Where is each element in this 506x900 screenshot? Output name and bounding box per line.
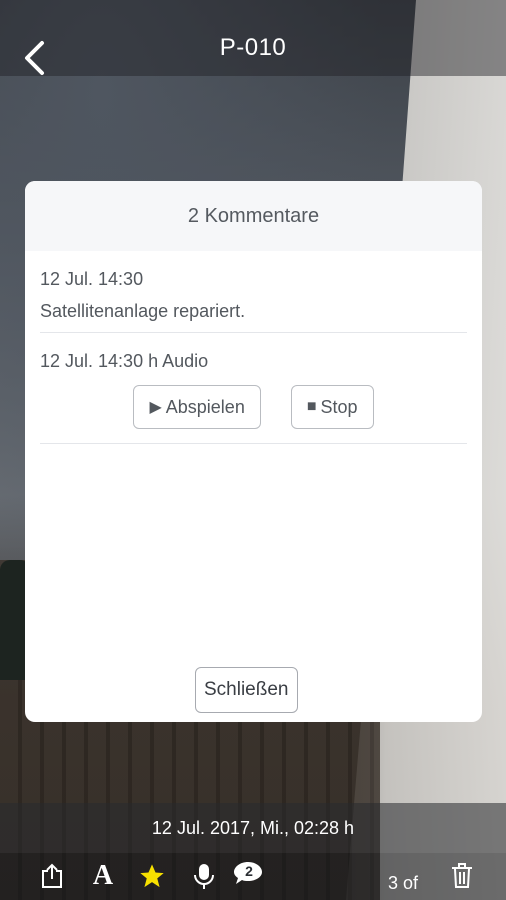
- comments-button[interactable]: 2: [232, 859, 266, 889]
- page-title: P-010: [219, 34, 287, 61]
- dialog-title: 2 Kommentare: [25, 181, 482, 251]
- comment-text: Satellitenanlage repariert.: [40, 301, 246, 321]
- play-label: Abspielen: [165, 396, 245, 417]
- favorite-button[interactable]: [137, 861, 167, 891]
- text-button[interactable]: A: [88, 860, 118, 891]
- photo-datetime: 12 Jul. 2017, Mi., 02:28 h: [0, 803, 506, 853]
- stop-icon: ■: [306, 398, 317, 415]
- image-counter: 3 of: [388, 873, 419, 893]
- comment-timestamp: 12 Jul. 14:30: [40, 269, 144, 289]
- comments-dialog: 2 Kommentare 12 Jul. 14:30 Satellitenanl…: [25, 181, 482, 722]
- delete-button[interactable]: [447, 861, 477, 891]
- star-icon: [140, 864, 164, 888]
- microphone-button[interactable]: [189, 861, 219, 891]
- chevron-left-icon: [25, 41, 44, 75]
- bottom-toolbar: A 2: [0, 853, 506, 900]
- comment-list: 12 Jul. 14:30 Satellitenanlage repariert…: [25, 251, 482, 444]
- audio-comment-item: 12 Jul. 14:30 h Audio ▶ Abspielen ■ Stop: [40, 333, 467, 444]
- audio-controls: ▶ Abspielen ■ Stop: [40, 385, 467, 429]
- trash-icon: [452, 863, 472, 888]
- comment-timestamp: 12 Jul. 14:30 h Audio: [40, 351, 209, 371]
- back-button[interactable]: [14, 38, 54, 78]
- text-icon: A: [92, 860, 114, 891]
- stop-button[interactable]: ■ Stop: [290, 385, 374, 429]
- stop-label: Stop: [320, 396, 358, 417]
- microphone-icon: [194, 864, 214, 889]
- comment-count-badge: 2: [245, 863, 253, 879]
- close-button[interactable]: Schließen: [195, 667, 298, 713]
- play-button[interactable]: ▶ Abspielen: [133, 385, 261, 429]
- play-icon: ▶: [149, 399, 162, 416]
- share-button[interactable]: [37, 861, 67, 891]
- comment-item: 12 Jul. 14:30 Satellitenanlage repariert…: [40, 251, 467, 333]
- top-bar: P-010: [0, 0, 506, 76]
- share-icon: [42, 863, 62, 888]
